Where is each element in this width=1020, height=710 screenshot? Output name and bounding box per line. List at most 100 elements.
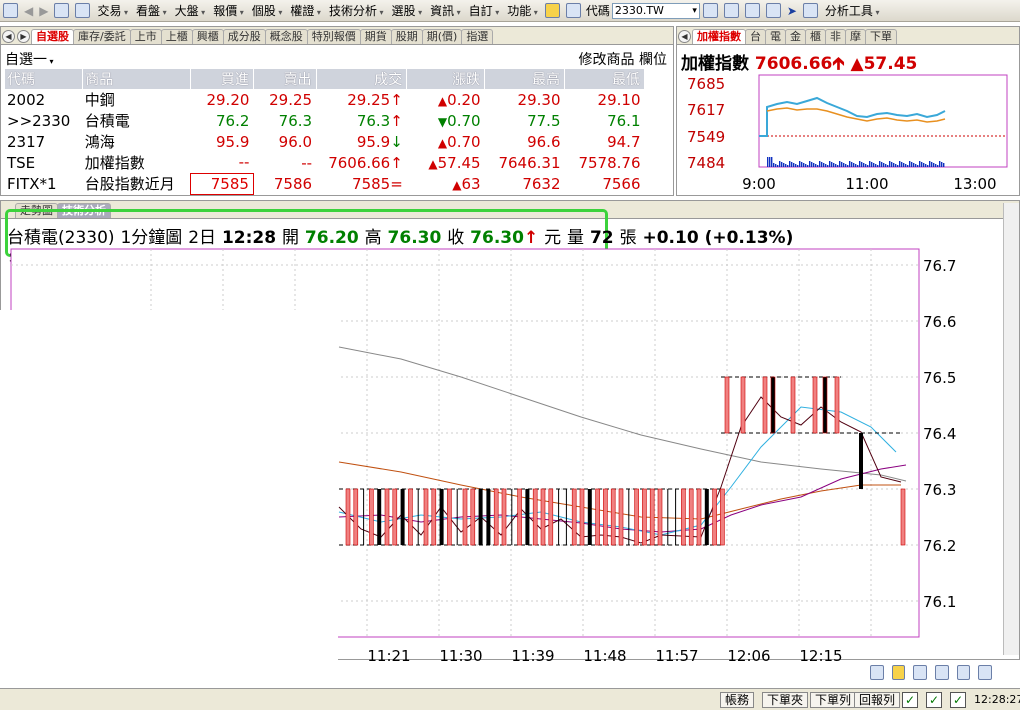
menu-item[interactable]: 功能 xyxy=(503,2,542,19)
home-icon[interactable] xyxy=(3,3,18,18)
menu-item[interactable]: 個股 xyxy=(248,2,287,19)
analysis-tools-menu[interactable]: 分析工具 xyxy=(821,2,884,19)
menu-item[interactable]: 選股 xyxy=(388,2,427,19)
menu-bar: 交易看盤大盤報價個股權證技術分析選股資訊自訂功能 xyxy=(93,2,541,19)
column-header[interactable]: 代碼 xyxy=(5,69,84,89)
menu-item[interactable]: 大盤 xyxy=(171,2,210,19)
column-header[interactable]: 成交 xyxy=(316,69,408,89)
lightning-icon[interactable] xyxy=(544,3,560,18)
status-button[interactable]: 下單列 xyxy=(810,692,857,708)
status-check-3[interactable]: ✓ xyxy=(950,692,966,708)
menu-item[interactable]: 權證 xyxy=(286,2,325,19)
index-volume-bar xyxy=(833,163,835,167)
column-header[interactable]: 賣出 xyxy=(253,69,317,89)
back-icon[interactable]: ◀ xyxy=(21,4,36,18)
index-tab[interactable]: 加權指數 xyxy=(692,29,746,44)
palette-icon[interactable] xyxy=(702,3,718,18)
cursor-icon[interactable]: ➤ xyxy=(784,4,800,18)
column-header[interactable]: 買進 xyxy=(190,69,254,89)
window-icon[interactable] xyxy=(75,3,91,18)
undo-icon[interactable] xyxy=(956,665,971,680)
menu-item[interactable]: 交易 xyxy=(93,2,132,19)
watch-tab[interactable]: 概念股 xyxy=(264,29,308,44)
watch-tab[interactable]: 庫存/委託 xyxy=(73,29,131,44)
price-bar-up xyxy=(384,488,390,546)
watch-tab[interactable]: 上櫃 xyxy=(160,29,193,44)
index-tab[interactable]: 台 xyxy=(745,29,766,44)
row-change-cell: ▲63 xyxy=(407,173,485,194)
column-header[interactable]: 最高 xyxy=(484,69,565,89)
crosshair-icon[interactable] xyxy=(935,665,949,680)
quote-row[interactable]: TSE 加權指數 -- -- 7606.66↑ ▲57.45 7646.31 7578.76 xyxy=(5,152,645,173)
watch-tab[interactable]: 自選股 xyxy=(31,29,74,44)
search-icon[interactable] xyxy=(723,3,739,18)
index-volume-bar xyxy=(823,163,825,167)
field-button[interactable]: 欄位 xyxy=(639,52,667,68)
index-tab[interactable]: 非 xyxy=(825,29,846,44)
doc-icon[interactable] xyxy=(565,3,581,18)
watch-tab[interactable]: 期(價) xyxy=(421,29,463,44)
menu-item[interactable]: 自訂 xyxy=(465,2,504,19)
forward-icon[interactable]: ▶ xyxy=(36,4,51,18)
index-tab-prev-icon[interactable]: ◀ xyxy=(678,30,691,43)
price-bar-up xyxy=(408,488,413,546)
tab-prev-icon[interactable]: ◀ xyxy=(2,30,15,43)
quote-row[interactable]: >>2330 台積電 76.2 76.3 76.3↑ ▼0.70 77.5 76.1 xyxy=(5,110,645,131)
menu-item[interactable]: 報價 xyxy=(209,2,248,19)
tab-next-icon[interactable]: ▶ xyxy=(17,30,30,43)
chart-side-scrollbar[interactable] xyxy=(1003,203,1019,655)
status-button[interactable]: 回報列 xyxy=(854,692,901,708)
index-tab[interactable]: 櫃 xyxy=(805,29,826,44)
watch-tab[interactable]: 期貨 xyxy=(359,29,392,44)
column-header[interactable]: 漲跌 xyxy=(406,69,486,89)
row-ask: 76.3 xyxy=(278,111,313,130)
quote-row[interactable]: 2317 鴻海 95.9 96.0 95.9↓ ▲0.70 96.6 94.7 xyxy=(5,131,645,152)
index-volume-bar xyxy=(891,162,893,167)
zoom-icon[interactable] xyxy=(913,665,928,680)
edit-products-button[interactable]: 修改商品 xyxy=(579,52,635,68)
menu-item[interactable]: 資訊 xyxy=(426,2,465,19)
watch-tab[interactable]: 指選 xyxy=(461,29,494,44)
bar-style-icon[interactable] xyxy=(978,665,993,680)
price-bar-down xyxy=(822,376,828,434)
price-x-tick: 12:15 xyxy=(799,647,842,665)
row-last-cell: 29.25↑ xyxy=(316,89,407,110)
index-volume-bar xyxy=(839,161,841,167)
up-triangle-icon: ▲ xyxy=(437,135,448,150)
status-time: 12:28:27 xyxy=(974,693,1020,706)
index-volume-bar xyxy=(871,162,873,167)
index-volume-bar xyxy=(815,164,817,167)
index-tab[interactable]: 摩 xyxy=(845,29,866,44)
price-bar-up xyxy=(392,488,398,546)
watch-tab[interactable]: 上市 xyxy=(129,29,162,44)
price-y-tick: 76.7 xyxy=(923,257,956,275)
price-bar-up xyxy=(724,376,730,434)
column-header[interactable]: 商品 xyxy=(82,69,192,89)
watch-tab[interactable]: 成分股 xyxy=(222,29,266,44)
watch-tab[interactable]: 股期 xyxy=(390,29,423,44)
column-header[interactable]: 最低 xyxy=(564,69,645,89)
status-check-2[interactable]: ✓ xyxy=(926,692,942,708)
index-tab[interactable]: 金 xyxy=(785,29,806,44)
chart-tool-icon[interactable] xyxy=(891,665,906,680)
index-tab[interactable]: 電 xyxy=(765,29,786,44)
analysis-icon[interactable] xyxy=(802,3,818,18)
quote-row[interactable]: FITX*1 台股指數近月 7585 7586 7585= ▲63 7632 7566 xyxy=(5,172,645,195)
price-bar-down xyxy=(400,489,405,545)
scroll-right-icon[interactable] xyxy=(870,665,884,680)
print-icon[interactable] xyxy=(54,3,70,18)
watch-tab[interactable]: 興櫃 xyxy=(191,29,224,44)
status-button[interactable]: 下單夾 xyxy=(762,692,809,708)
status-button[interactable]: 帳務 xyxy=(720,692,755,708)
quote-row[interactable]: 2002 中鋼 29.20 29.25 29.25↑ ▲0.20 29.30 29.10 xyxy=(5,89,645,110)
code-input[interactable]: 2330.TW xyxy=(611,2,700,19)
tools-icon[interactable] xyxy=(744,3,760,18)
settings-icon[interactable] xyxy=(765,3,781,18)
menu-item[interactable]: 技術分析 xyxy=(325,2,388,19)
watch-tab[interactable]: 特別報價 xyxy=(306,29,361,44)
index-tab[interactable]: 下單 xyxy=(865,29,897,44)
status-check-1[interactable]: ✓ xyxy=(902,692,918,708)
price-bar-up xyxy=(790,376,796,434)
watchlist-selector[interactable]: 自選一 xyxy=(5,49,54,69)
menu-item[interactable]: 看盤 xyxy=(132,2,171,19)
